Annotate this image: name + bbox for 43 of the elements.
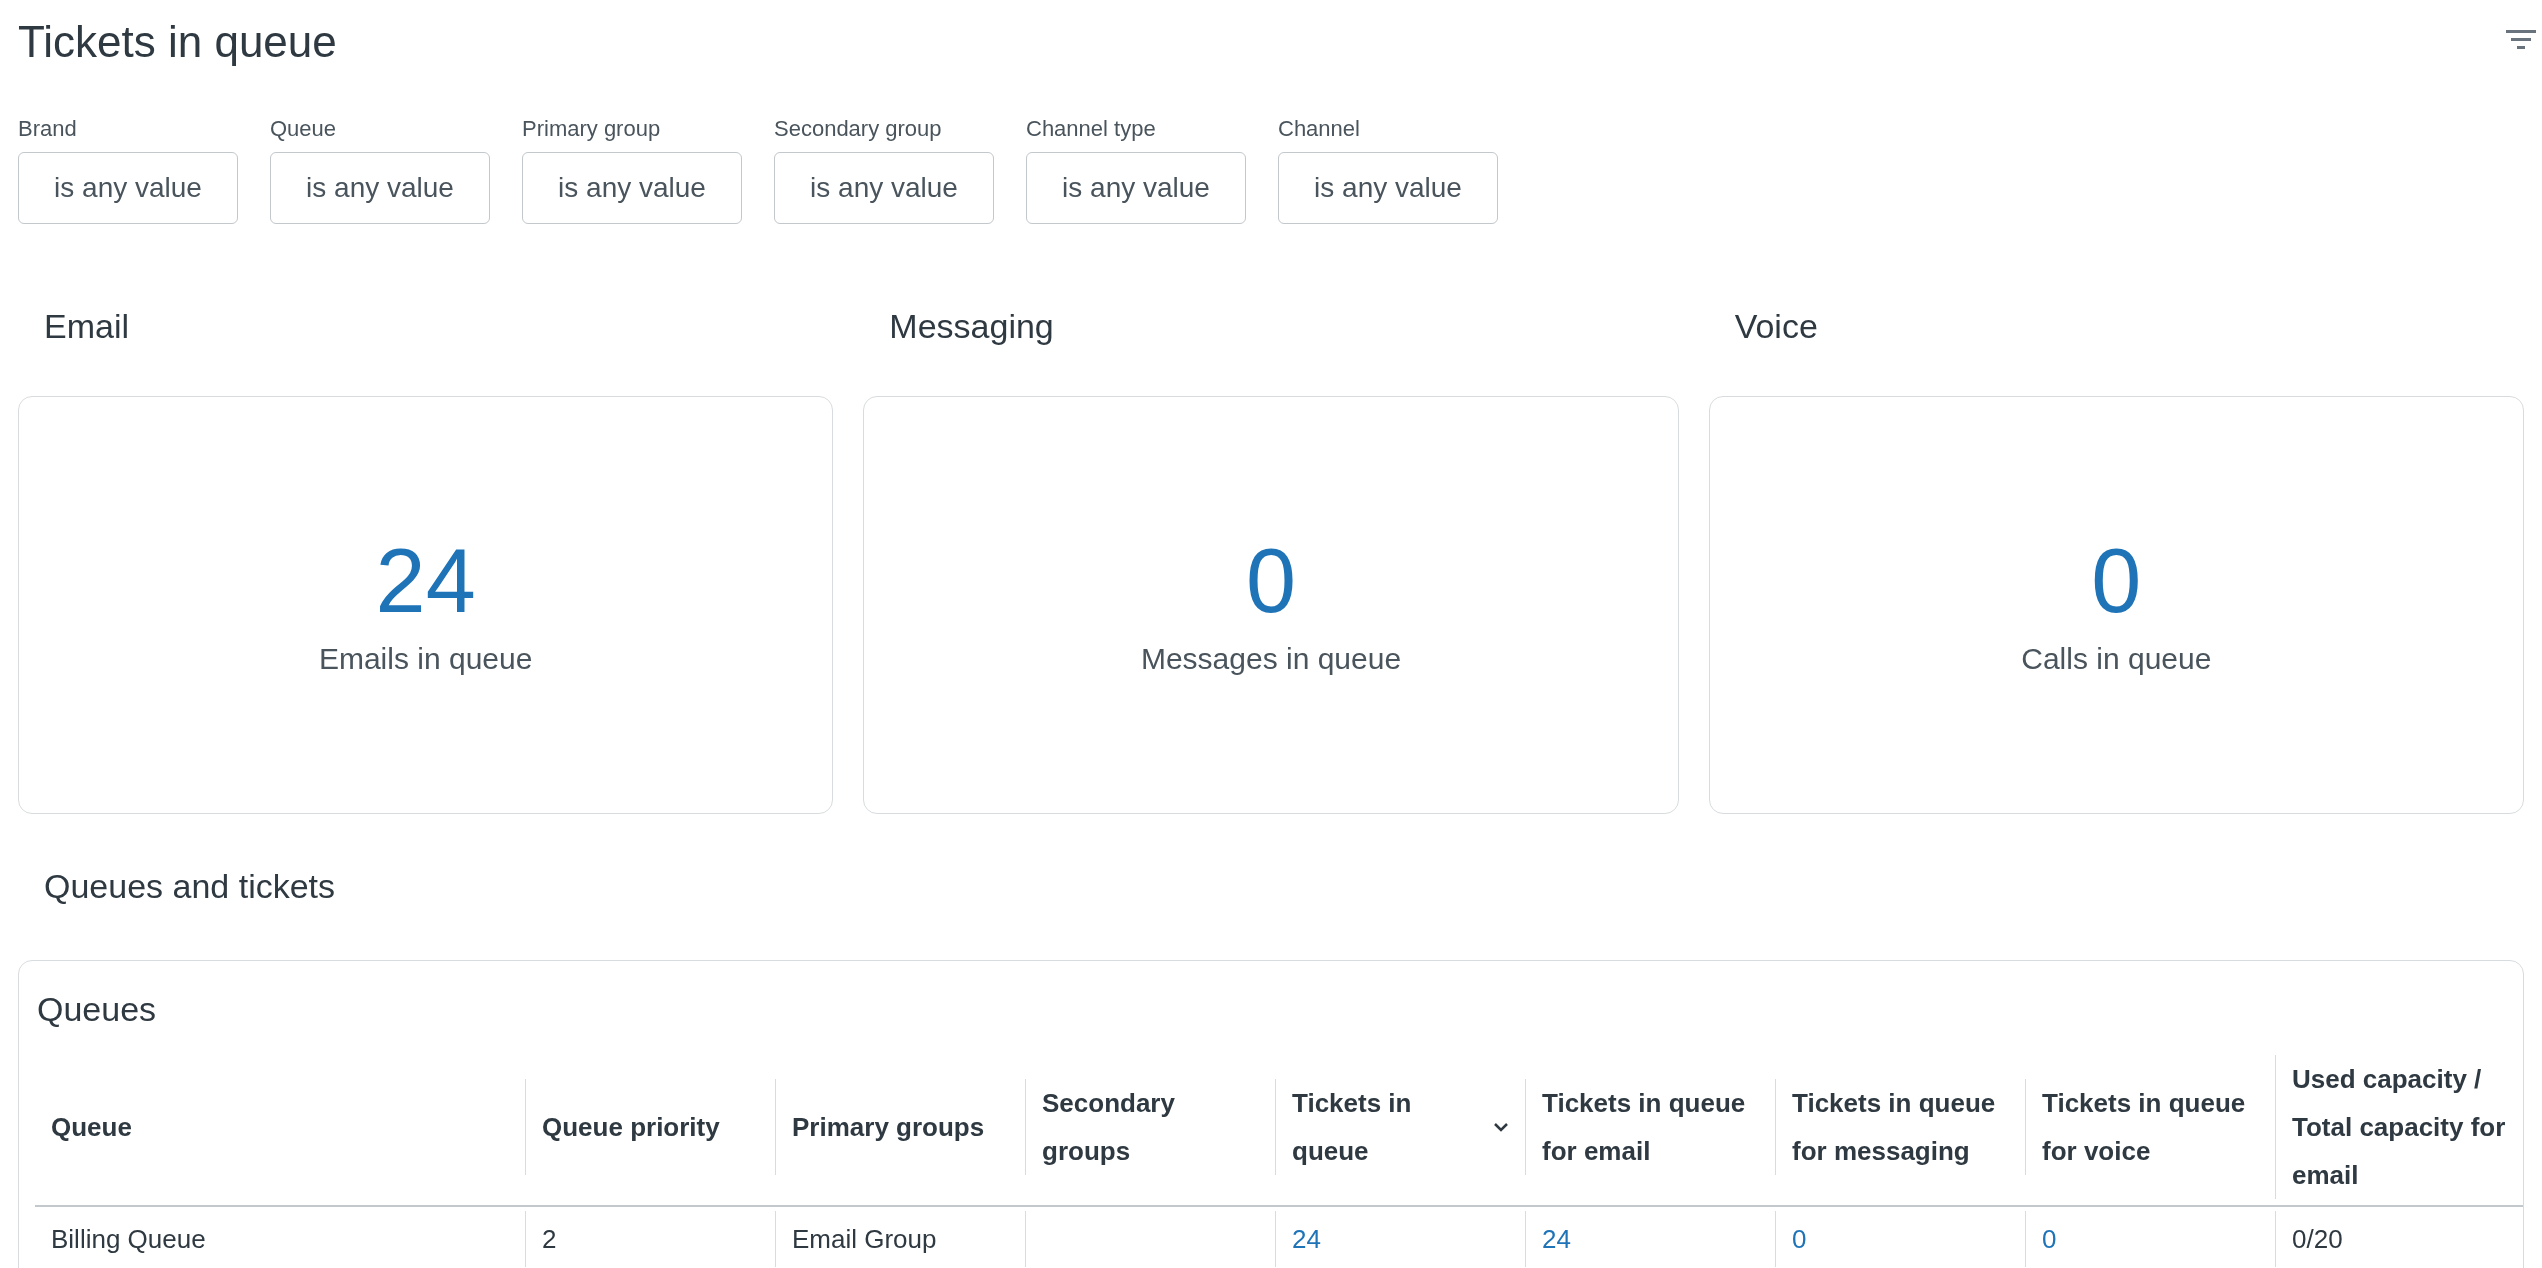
table-link[interactable]: 24 (1292, 1219, 1321, 1259)
filter-label: Channel type (1026, 115, 1157, 143)
table-cell-text: Billing Queue (51, 1222, 206, 1256)
table-link[interactable]: 0 (2042, 1219, 2057, 1259)
section-heading: Queues and tickets (43, 866, 337, 907)
table-link[interactable]: 24 (1542, 1219, 1571, 1259)
table-link[interactable]: 0 (1792, 1219, 1807, 1259)
filter-dropdown[interactable]: is any value (1278, 152, 1498, 224)
metric-caption: Emails in queue (318, 641, 533, 677)
column-header[interactable]: Secondary groups (1042, 1079, 1259, 1175)
filter-dropdown[interactable]: is any value (774, 152, 994, 224)
column-header[interactable]: Tickets in queue for voice (2042, 1079, 2259, 1175)
page-title: Tickets in queue (18, 16, 337, 68)
metric-caption: Calls in queue (2021, 641, 2212, 677)
table-cell-text: 0/20 (2292, 1222, 2343, 1256)
sort-chevron-icon[interactable] (1493, 1122, 1509, 1132)
column-header[interactable]: Primary groups (792, 1103, 985, 1151)
table-cell-text: 2 (542, 1222, 557, 1256)
filter-label: Secondary group (774, 115, 943, 143)
filter-label: Queue (270, 115, 338, 143)
filter-dropdown[interactable]: is any value (270, 152, 490, 224)
filter-label: Primary group (522, 115, 662, 143)
filter-label: Channel (1278, 115, 1361, 143)
metric-value: 0 (1245, 531, 1296, 631)
section-heading: Email (43, 306, 131, 347)
column-header[interactable]: Tickets in queue for messaging (1792, 1079, 2009, 1175)
metric-caption: Messages in queue (1140, 641, 1402, 677)
column-header[interactable]: Queue (51, 1103, 132, 1151)
column-header[interactable]: Tickets in queue for email (1542, 1079, 1759, 1175)
filter-dropdown[interactable]: is any value (18, 152, 238, 224)
section-heading: Messaging (888, 306, 1055, 347)
section-heading: Voice (1733, 306, 1819, 347)
column-header[interactable]: Used capacity / Total capacity for email (2292, 1055, 2509, 1199)
table-title: Queues (36, 989, 158, 1030)
metric-value: 24 (375, 531, 476, 631)
table-cell-text: Email Group (792, 1222, 937, 1256)
filter-dropdown[interactable]: is any value (1026, 152, 1246, 224)
metric-value: 0 (2091, 531, 2142, 631)
filter-label: Brand (18, 115, 78, 143)
filter-dropdown[interactable]: is any value (522, 152, 742, 224)
column-header[interactable]: Queue priority (542, 1103, 720, 1151)
filter-icon[interactable] (2506, 30, 2536, 50)
column-header[interactable]: Tickets in queue (1292, 1079, 1493, 1175)
